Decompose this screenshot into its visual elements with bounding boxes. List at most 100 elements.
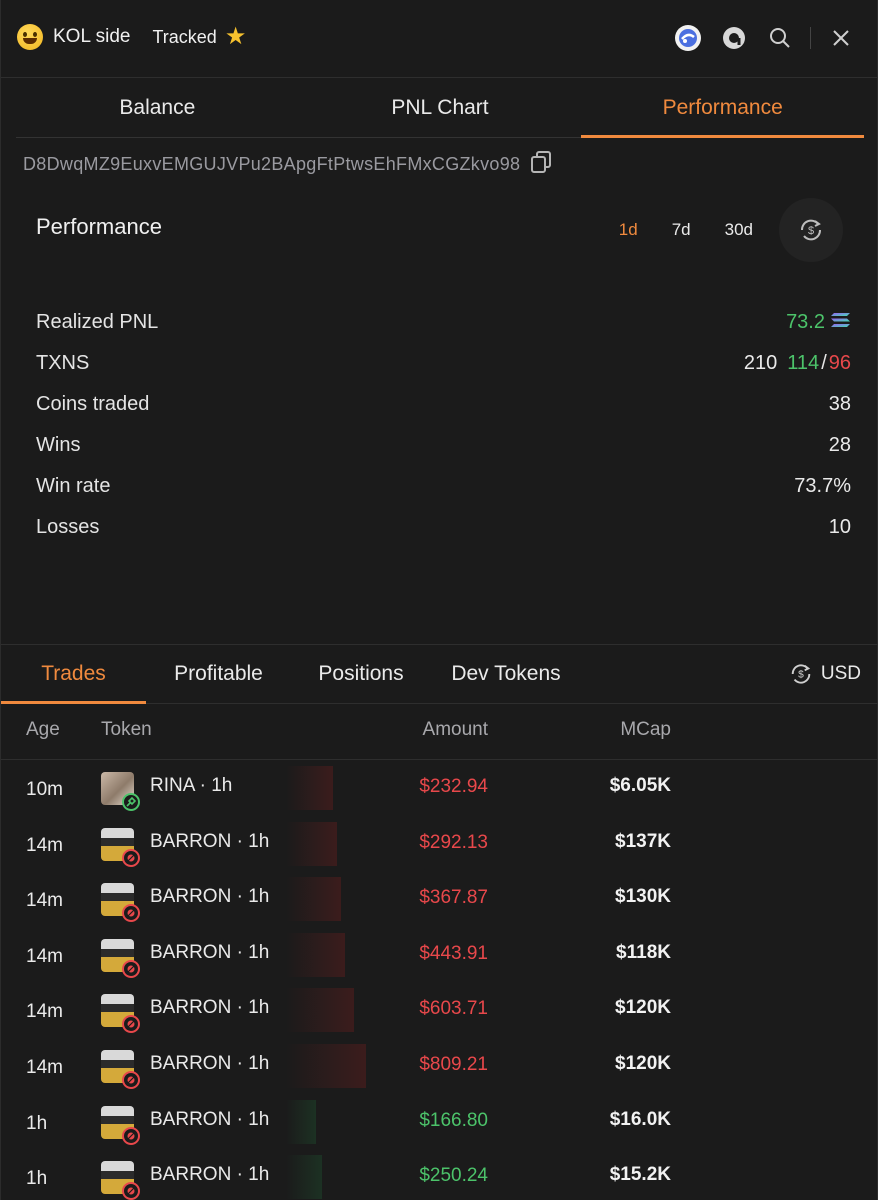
currency-label: USD xyxy=(820,663,861,684)
column-token[interactable]: Token xyxy=(101,719,152,741)
stat-value: 38 xyxy=(828,393,851,415)
range-30d[interactable]: 30d xyxy=(725,220,753,240)
stat-losses: Losses 10 xyxy=(36,507,851,548)
token-name[interactable]: BARRON · 1h xyxy=(150,1164,269,1186)
token-avatar[interactable] xyxy=(101,827,140,867)
tab-pnl-chart[interactable]: PNL Chart xyxy=(299,80,582,137)
stat-wins: Wins 28 xyxy=(36,425,851,466)
pump-badge-icon xyxy=(122,959,140,978)
txns-sells: 96 xyxy=(828,352,851,374)
pump-badge-icon xyxy=(122,1182,140,1200)
close-icon[interactable] xyxy=(825,22,857,54)
trade-amount: $367.87 xyxy=(419,887,488,909)
market-cap: $118K xyxy=(616,941,671,963)
txns-buys: 114 xyxy=(787,352,820,374)
txns-total: 210 xyxy=(743,352,778,374)
token-name[interactable]: BARRON · 1h xyxy=(150,1053,269,1075)
title-bar: KOL side Tracked ★ xyxy=(1,0,878,78)
stat-value: 73.2 xyxy=(786,311,825,333)
stat-value: 73.7% xyxy=(794,475,851,497)
profile-icon[interactable] xyxy=(718,22,750,54)
tab-positions[interactable]: Positions xyxy=(296,645,426,703)
amount-bar xyxy=(286,988,354,1033)
performance-stats: Realized PNL 73.2 TXNS 210 114 / 96 Coin… xyxy=(36,302,851,548)
search-icon[interactable] xyxy=(764,22,796,54)
stat-label: Losses xyxy=(36,516,100,538)
trade-age: 1h xyxy=(26,1112,48,1134)
trade-amount: $603.71 xyxy=(419,998,488,1020)
token-name[interactable]: BARRON · 1h xyxy=(150,1109,269,1131)
token-name[interactable]: BARRON · 1h xyxy=(150,997,269,1019)
column-age[interactable]: Age xyxy=(26,719,60,741)
tab-balance[interactable]: Balance xyxy=(16,80,299,137)
tab-dev-tokens[interactable]: Dev Tokens xyxy=(441,645,571,703)
window-title: KOL side xyxy=(53,26,131,47)
token-avatar[interactable] xyxy=(101,938,140,978)
token-avatar[interactable] xyxy=(101,1105,140,1145)
tracked-label: Tracked xyxy=(152,26,217,47)
table-row[interactable]: 1h BARRON · 1h $166.80 $16.0K xyxy=(1,1094,878,1150)
stat-label: Realized PNL xyxy=(36,311,159,333)
token-name[interactable]: BARRON · 1h xyxy=(150,886,269,908)
performance-title: Performance xyxy=(36,214,162,239)
trade-age: 10m xyxy=(26,779,63,800)
token-name[interactable]: BARRON · 1h xyxy=(150,831,269,853)
table-row[interactable]: 1h BARRON · 1h $250.24 $15.2K xyxy=(1,1149,878,1200)
market-cap: $6.05K xyxy=(609,775,671,796)
tab-trades[interactable]: Trades xyxy=(1,645,146,704)
svg-text:$: $ xyxy=(808,225,814,237)
table-row[interactable]: 14m BARRON · 1h $292.13 $137K xyxy=(1,816,878,872)
wallet-address[interactable]: D8DwqMZ9EuxvEMGUJVPu2BApgFtPtwsEhFMxCGZk… xyxy=(23,154,520,175)
amount-bar xyxy=(286,877,341,922)
table-row[interactable]: 10m RINA · 1h $232.94 $6.05K xyxy=(1,760,878,816)
range-7d[interactable]: 7d xyxy=(672,220,691,240)
column-amount[interactable]: Amount xyxy=(423,719,488,741)
table-row[interactable]: 14m BARRON · 1h $443.91 $118K xyxy=(1,927,878,983)
amount-bar xyxy=(286,1099,316,1144)
trade-age: 14m xyxy=(26,945,63,967)
currency-swap-icon: $ xyxy=(800,219,822,241)
trade-age: 1h xyxy=(26,1168,48,1190)
token-name[interactable]: BARRON · 1h xyxy=(150,942,269,964)
trade-amount: $250.24 xyxy=(419,1165,488,1187)
copy-icon[interactable] xyxy=(530,150,552,179)
top-tabs: Balance PNL Chart Performance xyxy=(16,80,864,138)
pump-badge-icon xyxy=(122,1070,140,1089)
token-avatar[interactable] xyxy=(101,772,140,811)
token-name[interactable]: RINA · 1h xyxy=(150,775,232,797)
market-cap: $120K xyxy=(615,1052,671,1074)
amount-bar xyxy=(286,932,345,977)
table-row[interactable]: 14m BARRON · 1h $809.21 $120K xyxy=(1,1038,878,1094)
token-avatar[interactable] xyxy=(101,883,140,923)
bottom-tabs: Trades Profitable Positions Dev Tokens $… xyxy=(1,644,878,704)
table-row[interactable]: 14m BARRON · 1h $603.71 $120K xyxy=(1,982,878,1038)
mascot-icon[interactable] xyxy=(672,22,704,54)
table-row[interactable]: 14m BARRON · 1h $367.87 $130K xyxy=(1,871,878,927)
market-cap: $137K xyxy=(615,830,671,852)
token-avatar[interactable] xyxy=(101,994,140,1034)
stat-value: 28 xyxy=(828,434,851,456)
range-1d[interactable]: 1d xyxy=(619,220,638,240)
grinning-face-icon xyxy=(17,24,43,50)
currency-switch-button[interactable]: $ xyxy=(779,198,843,262)
pill-badge-icon xyxy=(122,793,140,811)
stat-win-rate: Win rate 73.7% xyxy=(36,466,851,507)
amount-bar xyxy=(286,1043,366,1088)
stat-realized-pnl: Realized PNL 73.2 xyxy=(36,302,851,343)
token-avatar[interactable] xyxy=(101,1049,140,1089)
star-icon[interactable]: ★ xyxy=(225,25,247,49)
token-avatar[interactable] xyxy=(101,1161,140,1200)
trades-table-body: 10m RINA · 1h $232.94 $6.05K 14m BARRON · 1h $… xyxy=(1,760,878,1200)
stat-label: Win rate xyxy=(36,475,111,497)
tab-profitable[interactable]: Profitable xyxy=(151,645,286,703)
tab-performance[interactable]: Performance xyxy=(581,80,864,138)
currency-toggle[interactable]: $ USD xyxy=(789,662,861,686)
column-mcap[interactable]: MCap xyxy=(620,719,671,741)
range-selector: 1d 7d 30d $ xyxy=(585,198,843,262)
pump-badge-icon xyxy=(122,1015,140,1034)
trades-table-header: Age Token Amount MCap xyxy=(1,705,878,760)
trade-amount: $292.13 xyxy=(419,831,488,853)
trade-amount: $232.94 xyxy=(419,776,488,797)
svg-text:$: $ xyxy=(798,670,804,681)
market-cap: $15.2K xyxy=(609,1164,671,1186)
